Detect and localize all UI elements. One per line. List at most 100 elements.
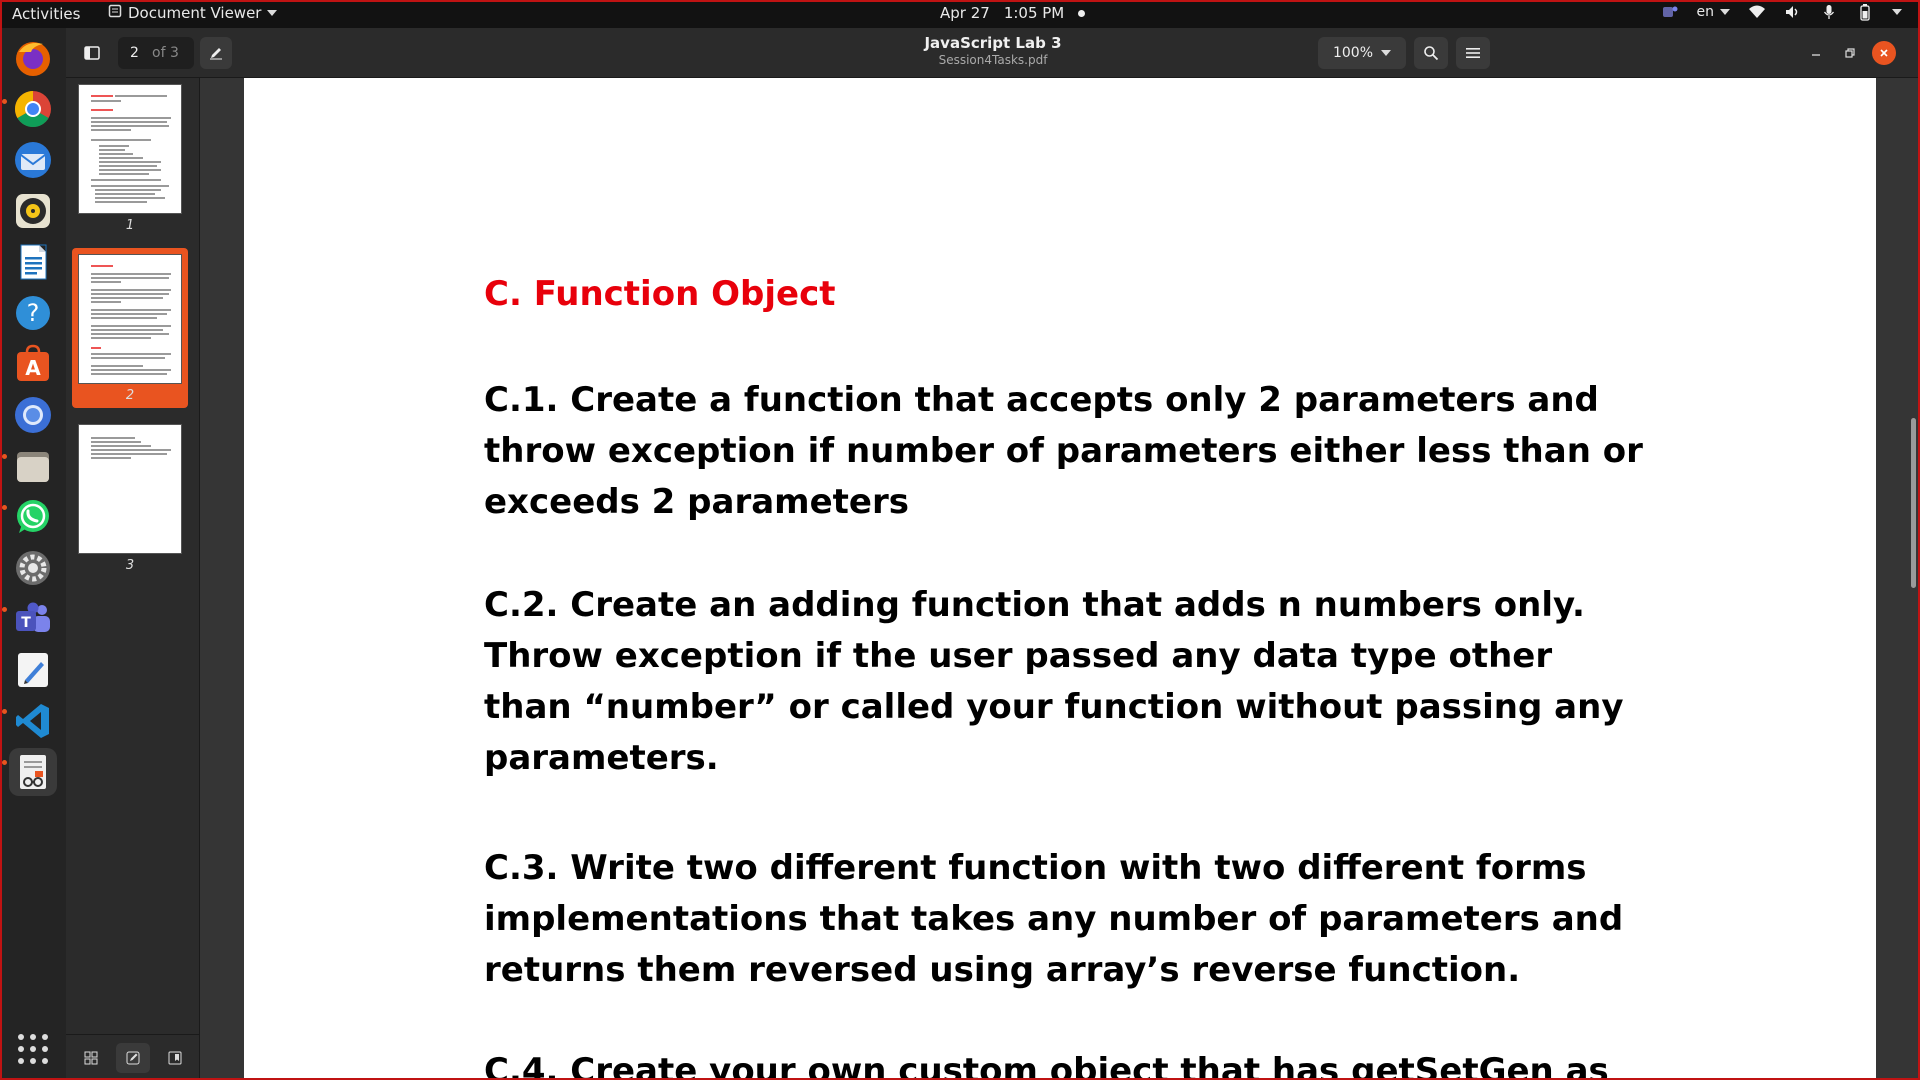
- whatsapp-icon: [17, 500, 49, 533]
- help-icon: ?: [16, 296, 50, 330]
- document-view[interactable]: C. Function Object C.1. Create a functio…: [200, 78, 1920, 1080]
- thumbnail-page-number: 1: [125, 218, 135, 233]
- running-indicator: [2, 99, 7, 104]
- search-button[interactable]: [1414, 37, 1448, 69]
- thumbnail-image: [78, 254, 182, 384]
- files-icon: [17, 452, 49, 482]
- firefox-icon: [16, 42, 50, 76]
- chrome-icon: [14, 91, 51, 128]
- dock-writer[interactable]: [9, 238, 57, 286]
- settings-icon: [16, 551, 50, 585]
- zoom-selector[interactable]: 100%: [1318, 37, 1406, 69]
- search-icon: [1424, 46, 1439, 61]
- app-menu[interactable]: Document Viewer: [108, 4, 278, 22]
- show-applications-button[interactable]: [18, 1034, 48, 1064]
- bookmark-icon: [168, 1051, 182, 1064]
- dock-help[interactable]: ?: [9, 289, 57, 337]
- app-center-icon: A: [17, 344, 49, 381]
- writer-icon: [20, 244, 47, 280]
- dock-chrome[interactable]: [9, 85, 57, 133]
- thumbnail-image: [78, 424, 182, 554]
- dock-teams[interactable]: T: [9, 595, 57, 643]
- task-paragraph: C.3. Write two different function with t…: [484, 848, 1624, 990]
- svg-text:A: A: [25, 356, 41, 380]
- chevron-down-icon: [267, 10, 278, 16]
- minimize-button[interactable]: [1804, 41, 1828, 65]
- header-bar: 2 of 3 JavaScript Lab 3 Session4Tasks.pd…: [66, 28, 1920, 78]
- thumbnail-page-number: 2: [125, 388, 135, 403]
- window-title: JavaScript Lab 3 Session4Tasks.pdf: [66, 34, 1920, 67]
- wifi-icon[interactable]: [1748, 3, 1766, 21]
- language-label: en: [1696, 4, 1715, 20]
- microphone-icon[interactable]: [1820, 3, 1838, 21]
- thumbnail-sidebar: 1 2 3: [66, 78, 200, 1080]
- thumbnail-page-number: 3: [125, 558, 135, 573]
- zoom-value: 100%: [1332, 45, 1374, 61]
- activities-button[interactable]: Activities: [12, 5, 80, 23]
- teams-icon: T: [16, 602, 50, 632]
- restore-icon: [1845, 48, 1855, 58]
- page-thumbnail-1[interactable]: 1: [72, 78, 188, 238]
- running-indicator: [2, 760, 7, 765]
- page-thumbnail-3[interactable]: 3: [72, 418, 188, 578]
- volume-icon[interactable]: [1784, 3, 1802, 21]
- dock-text-editor[interactable]: [9, 646, 57, 694]
- svg-text:?: ?: [27, 299, 40, 327]
- hamburger-icon: [1466, 48, 1480, 58]
- rhythmbox-icon: [16, 194, 50, 228]
- thumbnails-view-button[interactable]: [74, 1043, 108, 1073]
- document-title: JavaScript Lab 3: [924, 34, 1062, 52]
- battery-icon[interactable]: [1856, 3, 1874, 21]
- bookmarks-view-button[interactable]: [158, 1043, 192, 1073]
- language-selector[interactable]: en: [1696, 4, 1730, 20]
- running-indicator: [2, 454, 7, 459]
- text-editor-icon: [18, 653, 48, 687]
- grid-icon: [84, 1051, 98, 1064]
- edit-note-icon: [126, 1051, 140, 1064]
- minimize-icon: [1812, 54, 1820, 56]
- dock-vscode[interactable]: [9, 697, 57, 745]
- thumbnail-image: [78, 84, 182, 214]
- clock-time: 1:05 PM: [1003, 4, 1065, 22]
- sidebar-footer: [66, 1034, 200, 1080]
- top-bar: Activities Document Viewer Apr 27 1:05 P…: [0, 0, 1920, 28]
- app-menu-label: Document Viewer: [128, 4, 262, 22]
- running-indicator: [2, 709, 7, 714]
- dock-files[interactable]: [9, 442, 57, 490]
- notification-dot-icon: [1078, 9, 1086, 17]
- task-paragraph: C.4. Create your own custom object that …: [484, 1051, 1609, 1080]
- close-button[interactable]: [1872, 41, 1896, 65]
- dock-chromium[interactable]: [9, 391, 57, 439]
- running-indicator: [2, 607, 7, 612]
- dock-rhythmbox[interactable]: [9, 187, 57, 235]
- dock-thunderbird[interactable]: [9, 136, 57, 184]
- task-paragraph: C.2. Create an adding function that adds…: [484, 585, 1624, 778]
- clock-date: Apr 27: [940, 4, 990, 22]
- annotations-view-button[interactable]: [116, 1042, 150, 1073]
- main-menu-button[interactable]: [1456, 37, 1490, 69]
- chevron-down-icon: [1381, 50, 1392, 56]
- vscode-icon: [16, 704, 49, 738]
- document-filename: Session4Tasks.pdf: [938, 53, 1048, 67]
- dock-settings[interactable]: [9, 544, 57, 592]
- document-viewer-icon: [20, 755, 46, 789]
- clock[interactable]: Apr 27 1:05 PM: [940, 4, 1086, 22]
- system-menu-chevron-icon[interactable]: [1892, 9, 1902, 15]
- dock-document-viewer[interactable]: [9, 748, 57, 796]
- maximize-button[interactable]: [1838, 41, 1862, 65]
- thunderbird-icon: [15, 142, 51, 178]
- section-heading: C. Function Object: [484, 274, 836, 314]
- vertical-scrollbar[interactable]: [1911, 418, 1916, 588]
- page-thumbnail-2[interactable]: 2: [72, 248, 188, 408]
- teams-tray-icon[interactable]: [1661, 3, 1679, 21]
- running-indicator: [2, 505, 7, 510]
- dock: ? A T: [0, 28, 66, 1080]
- system-tray[interactable]: en: [1661, 3, 1902, 21]
- svg-text:T: T: [21, 615, 31, 631]
- pdf-page: C. Function Object C.1. Create a functio…: [244, 78, 1876, 1080]
- dock-firefox[interactable]: [9, 34, 57, 82]
- task-paragraph: C.1. Create a function that accepts only…: [484, 380, 1643, 522]
- dock-whatsapp[interactable]: [9, 493, 57, 541]
- chevron-down-icon: [1720, 9, 1730, 15]
- dock-app-center[interactable]: A: [9, 340, 57, 388]
